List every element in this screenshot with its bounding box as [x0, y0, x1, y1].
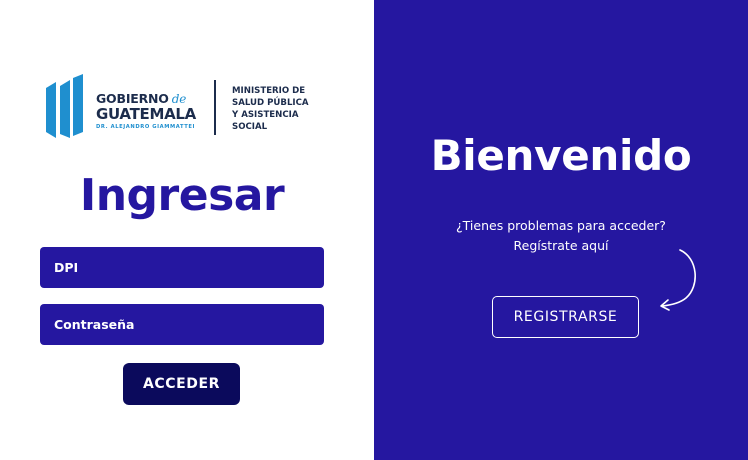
- login-panel: GOBIERNO de GUATEMALA DR. ALEJANDRO GIAMM…: [0, 0, 374, 460]
- acceder-button[interactable]: ACCEDER: [123, 363, 240, 405]
- ministry-line: Y ASISTENCIA: [232, 110, 299, 120]
- ministry-line: SALUD PÚBLICA: [232, 98, 309, 108]
- logo-guatemala-text: GUATEMALA: [96, 105, 196, 123]
- logo-divider: [214, 80, 216, 135]
- guatemala-flag-bars-icon: [46, 74, 83, 138]
- curved-arrow-icon: [660, 249, 696, 311]
- welcome-title: Bienvenido: [430, 131, 692, 180]
- ministry-name: MINISTERIO DE SALUD PÚBLICA Y ASISTENCIA…: [232, 85, 332, 133]
- dpi-input[interactable]: [40, 247, 324, 288]
- ministry-line: MINISTERIO DE: [232, 86, 306, 96]
- password-input[interactable]: [40, 304, 324, 345]
- login-title: Ingresar: [79, 170, 285, 221]
- logo-gobierno-text: GOBIERNO de: [96, 91, 187, 106]
- help-text: ¿Tienes problemas para acceder?: [456, 218, 666, 233]
- government-logo: GOBIERNO de GUATEMALA DR. ALEJANDRO GIAMM…: [44, 74, 334, 142]
- welcome-panel: Bienvenido ¿Tienes problemas para accede…: [374, 0, 748, 460]
- logo-president-text: DR. ALEJANDRO GIAMMATTEI: [96, 124, 196, 130]
- ministry-line: SOCIAL: [232, 122, 268, 132]
- register-button[interactable]: REGISTRARSE: [492, 296, 639, 338]
